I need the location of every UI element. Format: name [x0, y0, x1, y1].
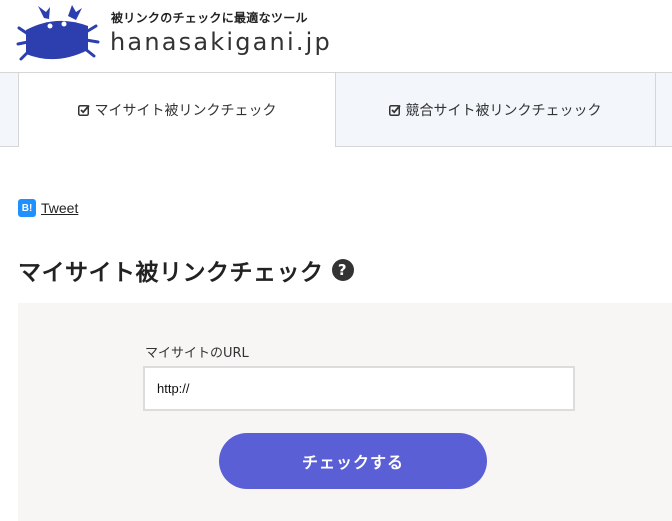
share-buttons: B! Tweet: [18, 199, 78, 217]
url-input[interactable]: [143, 366, 575, 411]
checkbox-icon: [77, 104, 90, 116]
site-tagline: 被リンクのチェックに最適なツール: [111, 11, 308, 25]
site-header: 被リンクのチェックに最適なツール hanasakigani.jp: [0, 0, 672, 73]
tab-bar: マイサイト被リンクチェック 競合サイト被リンクチェッック: [0, 73, 672, 147]
tab-label: 競合サイト被リンクチェッック: [405, 102, 602, 119]
site-name[interactable]: hanasakigani.jp: [110, 28, 332, 56]
help-icon[interactable]: ?: [331, 259, 354, 281]
tweet-link[interactable]: Tweet: [41, 200, 78, 216]
tab-competitor-backlink-check[interactable]: 競合サイト被リンクチェッック: [335, 73, 656, 146]
url-field-label: マイサイトのURL: [145, 346, 249, 361]
page-title-text: マイサイト被リンクチェック: [18, 260, 324, 286]
tab-my-site-backlink-check[interactable]: マイサイト被リンクチェック: [18, 73, 336, 147]
checkbox-icon: [388, 104, 401, 116]
page-title: マイサイト被リンクチェック ?: [18, 253, 354, 287]
tab-label: マイサイト被リンクチェック: [94, 103, 277, 119]
hatena-bookmark-button[interactable]: B!: [18, 199, 36, 217]
check-button[interactable]: チェックする: [219, 433, 487, 489]
crab-logo-icon[interactable]: [16, 4, 100, 66]
